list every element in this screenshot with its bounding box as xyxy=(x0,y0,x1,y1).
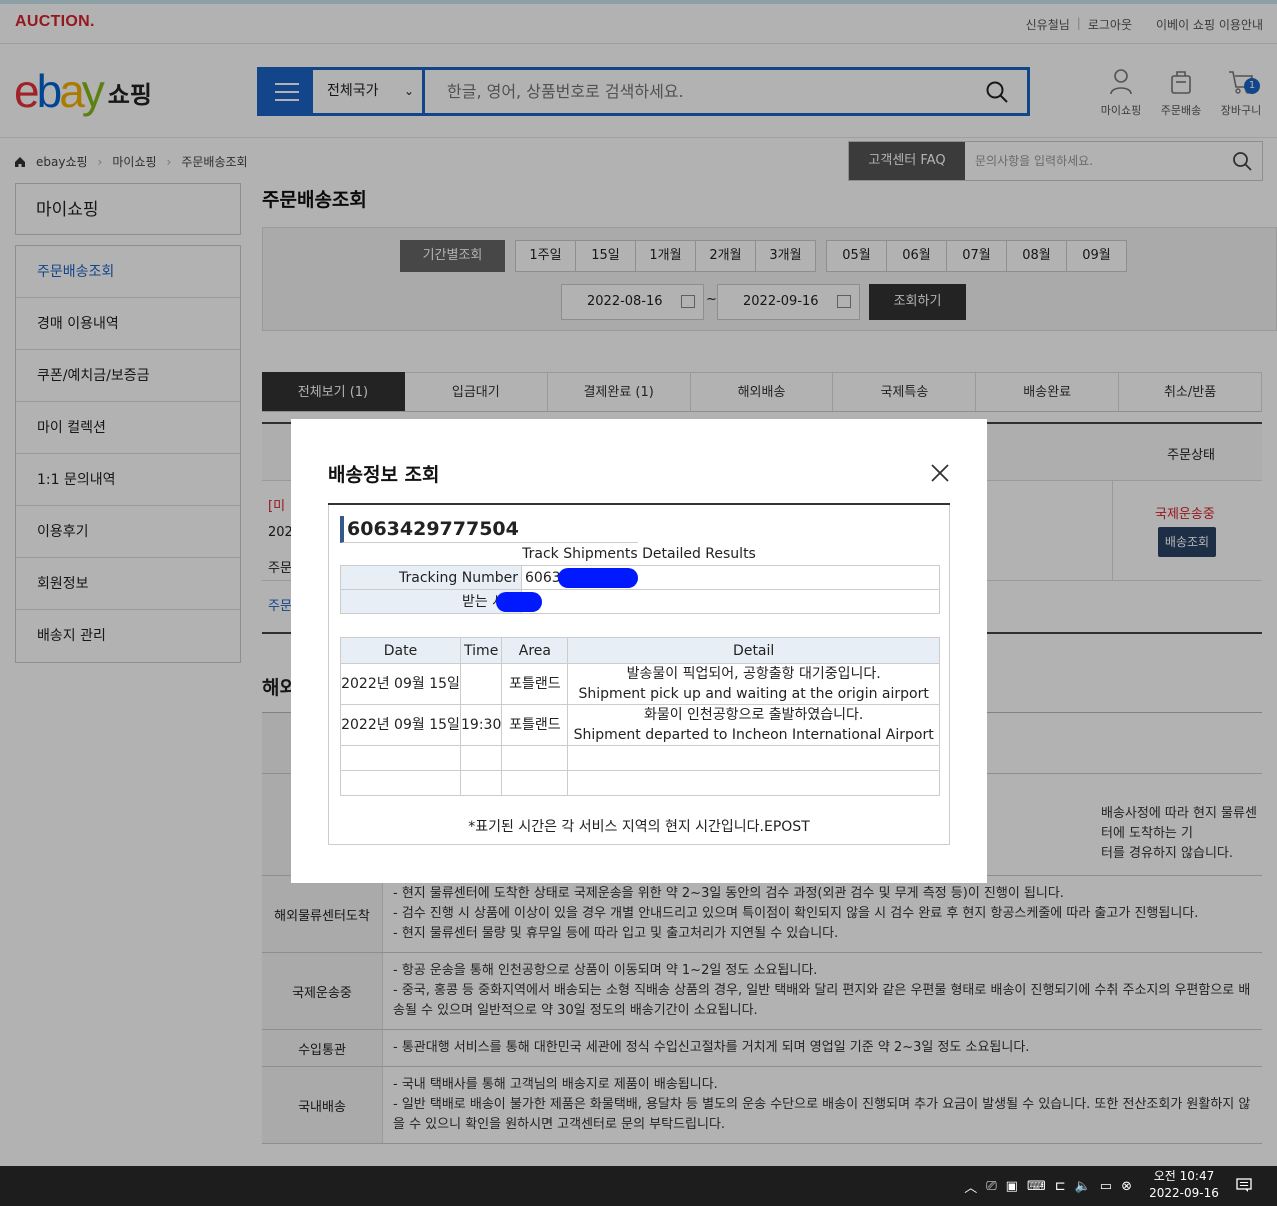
redaction-mark xyxy=(557,567,638,588)
system-tray: ︿ ⎚ ▣ ⌨ ⊏ 🔈 ▭ ⊗ xyxy=(964,1166,1132,1206)
network-icon[interactable]: ▭ xyxy=(1100,1179,1112,1194)
tracking-modal: 배송정보 조회 6063429777504 Track Shipments De… xyxy=(291,419,987,883)
modal-title: 배송정보 조회 xyxy=(328,464,440,486)
column-header: Date xyxy=(340,637,461,664)
windows-taskbar: ︿ ⎚ ▣ ⌨ ⊏ 🔈 ▭ ⊗ 오전 10:47 2022-09-16 xyxy=(0,1166,1277,1206)
table-row: 2022년 09월 15일 포틀랜드 발송물이 픽업되어, 공항출항 대기중입니… xyxy=(340,663,940,705)
table-row xyxy=(340,770,940,796)
volume-icon[interactable]: 🔈 xyxy=(1075,1179,1091,1194)
tracking-subtitle: Track Shipments Detailed Results xyxy=(522,546,756,562)
tracking-number-value: 6063 xyxy=(525,569,561,586)
column-header: Time xyxy=(459,637,503,664)
notification-icon[interactable] xyxy=(1236,1177,1252,1193)
tracking-summary-table: Tracking Number 6063 받는 사람 xyxy=(340,565,940,614)
tracking-number-title: 6063429777504 xyxy=(340,516,638,543)
column-header: Area xyxy=(501,637,569,664)
column-header: Detail xyxy=(567,637,940,664)
meet-icon[interactable]: ⎚ xyxy=(986,1179,996,1194)
tracking-events-table: Date Time Area Detail 2022년 09월 15일 포틀랜드… xyxy=(340,637,940,796)
language-icon[interactable]: ⌨ xyxy=(1027,1179,1046,1194)
close-icon[interactable] xyxy=(928,461,952,485)
status-icon[interactable]: ⊗ xyxy=(1121,1179,1132,1194)
chevron-up-icon[interactable]: ︿ xyxy=(964,1177,977,1196)
table-row: 2022년 09월 15일 19:30 포틀랜드 화물이 인천공항으로 출발하였… xyxy=(340,704,940,746)
ime-icon[interactable]: ⊏ xyxy=(1055,1179,1066,1194)
timezone-footnote: *표기된 시간은 각 서비스 지역의 현지 시간입니다.EPOST xyxy=(468,819,810,835)
tracking-number-label: Tracking Number xyxy=(340,565,522,590)
taskbar-clock[interactable]: 오전 10:47 2022-09-16 xyxy=(1148,1168,1220,1202)
app-icon[interactable]: ▣ xyxy=(1006,1179,1018,1194)
epost-tracking-panel: 6063429777504 Track Shipments Detailed R… xyxy=(328,505,950,845)
table-row xyxy=(340,745,940,771)
